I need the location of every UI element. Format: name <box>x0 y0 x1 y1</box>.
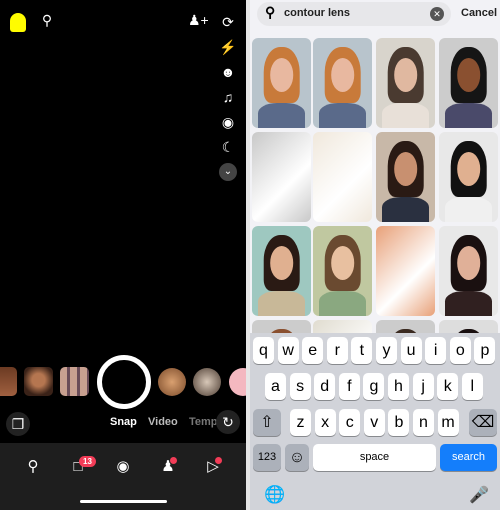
space-key[interactable]: space <box>313 444 436 471</box>
lens-carousel-item[interactable] <box>24 367 53 396</box>
lens-thumbnail[interactable] <box>313 226 372 316</box>
music-icon[interactable]: ♫ <box>218 87 238 107</box>
lens-search-screen: ⚲ contour lens ✕ Cancel qwertyuiop asdfgh… <box>250 0 500 510</box>
key-w[interactable]: w <box>277 337 299 364</box>
key-i[interactable]: i <box>425 337 447 364</box>
lens-thumbnail[interactable] <box>252 38 311 128</box>
keyboard: qwertyuiop asdfghjkl zxcvbnm ⇧ ⌫ 123 ☺ spa… <box>250 333 500 510</box>
lens-add-icon[interactable]: ☻ <box>218 62 238 82</box>
bottom-nav: ⚲ □ 13 ◉ ♟ ▷ <box>0 443 246 510</box>
stories-dot <box>215 457 222 464</box>
key-p[interactable]: p <box>474 337 496 364</box>
search-key[interactable]: search <box>440 444 497 471</box>
lens-thumbnail[interactable] <box>313 38 372 128</box>
key-b[interactable]: b <box>388 409 410 436</box>
chat-badge: 13 <box>79 456 96 467</box>
mode-video[interactable]: Video <box>148 416 178 428</box>
key-n[interactable]: n <box>413 409 434 436</box>
key-y[interactable]: y <box>376 337 397 364</box>
key-o[interactable]: o <box>449 337 471 364</box>
key-k[interactable]: k <box>437 373 459 400</box>
lens-carousel-item[interactable] <box>193 368 221 396</box>
search-icon: ⚲ <box>265 4 276 20</box>
mode-templates[interactable]: Temp <box>189 416 218 428</box>
capture-button[interactable] <box>97 355 151 409</box>
lens-thumbnail[interactable] <box>439 226 498 316</box>
key-l[interactable]: l <box>461 373 483 400</box>
clear-icon[interactable]: ✕ <box>430 7 444 21</box>
key-s[interactable]: s <box>289 373 311 400</box>
lens-thumbnail[interactable] <box>313 132 372 222</box>
lens-thumbnail[interactable] <box>376 132 435 222</box>
key-x[interactable]: x <box>314 409 336 436</box>
key-r[interactable]: r <box>326 337 348 364</box>
memories-icon[interactable]: ❐ <box>6 412 30 436</box>
search-input[interactable]: contour lens <box>284 7 350 19</box>
lens-thumbnail[interactable] <box>376 226 435 316</box>
friends-dot <box>170 457 177 464</box>
chevron-down-icon[interactable]: ⌄ <box>219 163 237 181</box>
lens-carousel-item[interactable] <box>0 367 17 396</box>
lens-thumbnail[interactable] <box>252 226 311 316</box>
key-u[interactable]: u <box>400 337 422 364</box>
flash-off-icon[interactable]: ⚡ <box>218 37 238 57</box>
key-t[interactable]: t <box>351 337 373 364</box>
key-a[interactable]: a <box>265 373 286 400</box>
key-f[interactable]: f <box>338 373 360 400</box>
add-friend-icon[interactable]: ♟+ <box>188 10 209 30</box>
lens-thumbnail[interactable] <box>252 132 311 222</box>
backspace-key[interactable]: ⌫ <box>469 409 497 436</box>
shift-key[interactable]: ⇧ <box>253 409 281 436</box>
ghost-icon[interactable] <box>10 13 26 32</box>
lens-carousel-item[interactable] <box>60 367 89 396</box>
cancel-button[interactable]: Cancel <box>461 7 497 19</box>
camera-icon[interactable]: ◉ <box>113 457 133 477</box>
home-indicator <box>80 500 167 503</box>
key-z[interactable]: z <box>290 409 311 436</box>
key-m[interactable]: m <box>437 409 459 436</box>
key-d[interactable]: d <box>314 373 336 400</box>
scan-icon[interactable]: ↻ <box>216 410 240 434</box>
night-mode-icon[interactable]: ☾ <box>218 137 238 157</box>
flip-camera-icon[interactable]: ⟳ <box>218 12 238 32</box>
camera-screen: ⚲ ♟+ ⟳ ⚡ ☻ ♫ ◉ ☾ ⌄ ❐ Snap Video Temp ↻ ⚲… <box>0 0 257 510</box>
lens-thumbnail[interactable] <box>439 38 498 128</box>
microphone-icon[interactable]: 🎤 <box>469 485 489 505</box>
map-icon[interactable]: ⚲ <box>23 457 43 477</box>
camera-timer-icon[interactable]: ◉ <box>218 112 238 132</box>
key-v[interactable]: v <box>363 409 385 436</box>
search-bar[interactable]: ⚲ contour lens ✕ <box>257 2 451 26</box>
key-h[interactable]: h <box>388 373 409 400</box>
key-q[interactable]: q <box>253 337 274 364</box>
key-c[interactable]: c <box>339 409 361 436</box>
lens-thumbnail[interactable] <box>376 38 435 128</box>
key-j[interactable]: j <box>412 373 434 400</box>
mode-snap[interactable]: Snap <box>110 416 137 428</box>
search-icon[interactable]: ⚲ <box>37 10 57 30</box>
numbers-key[interactable]: 123 <box>253 444 281 471</box>
globe-icon[interactable]: 🌐 <box>264 485 285 505</box>
key-e[interactable]: e <box>302 337 324 364</box>
lens-carousel-item[interactable] <box>158 368 186 396</box>
lens-thumbnail[interactable] <box>439 132 498 222</box>
key-g[interactable]: g <box>363 373 385 400</box>
emoji-key[interactable]: ☺ <box>285 444 309 471</box>
